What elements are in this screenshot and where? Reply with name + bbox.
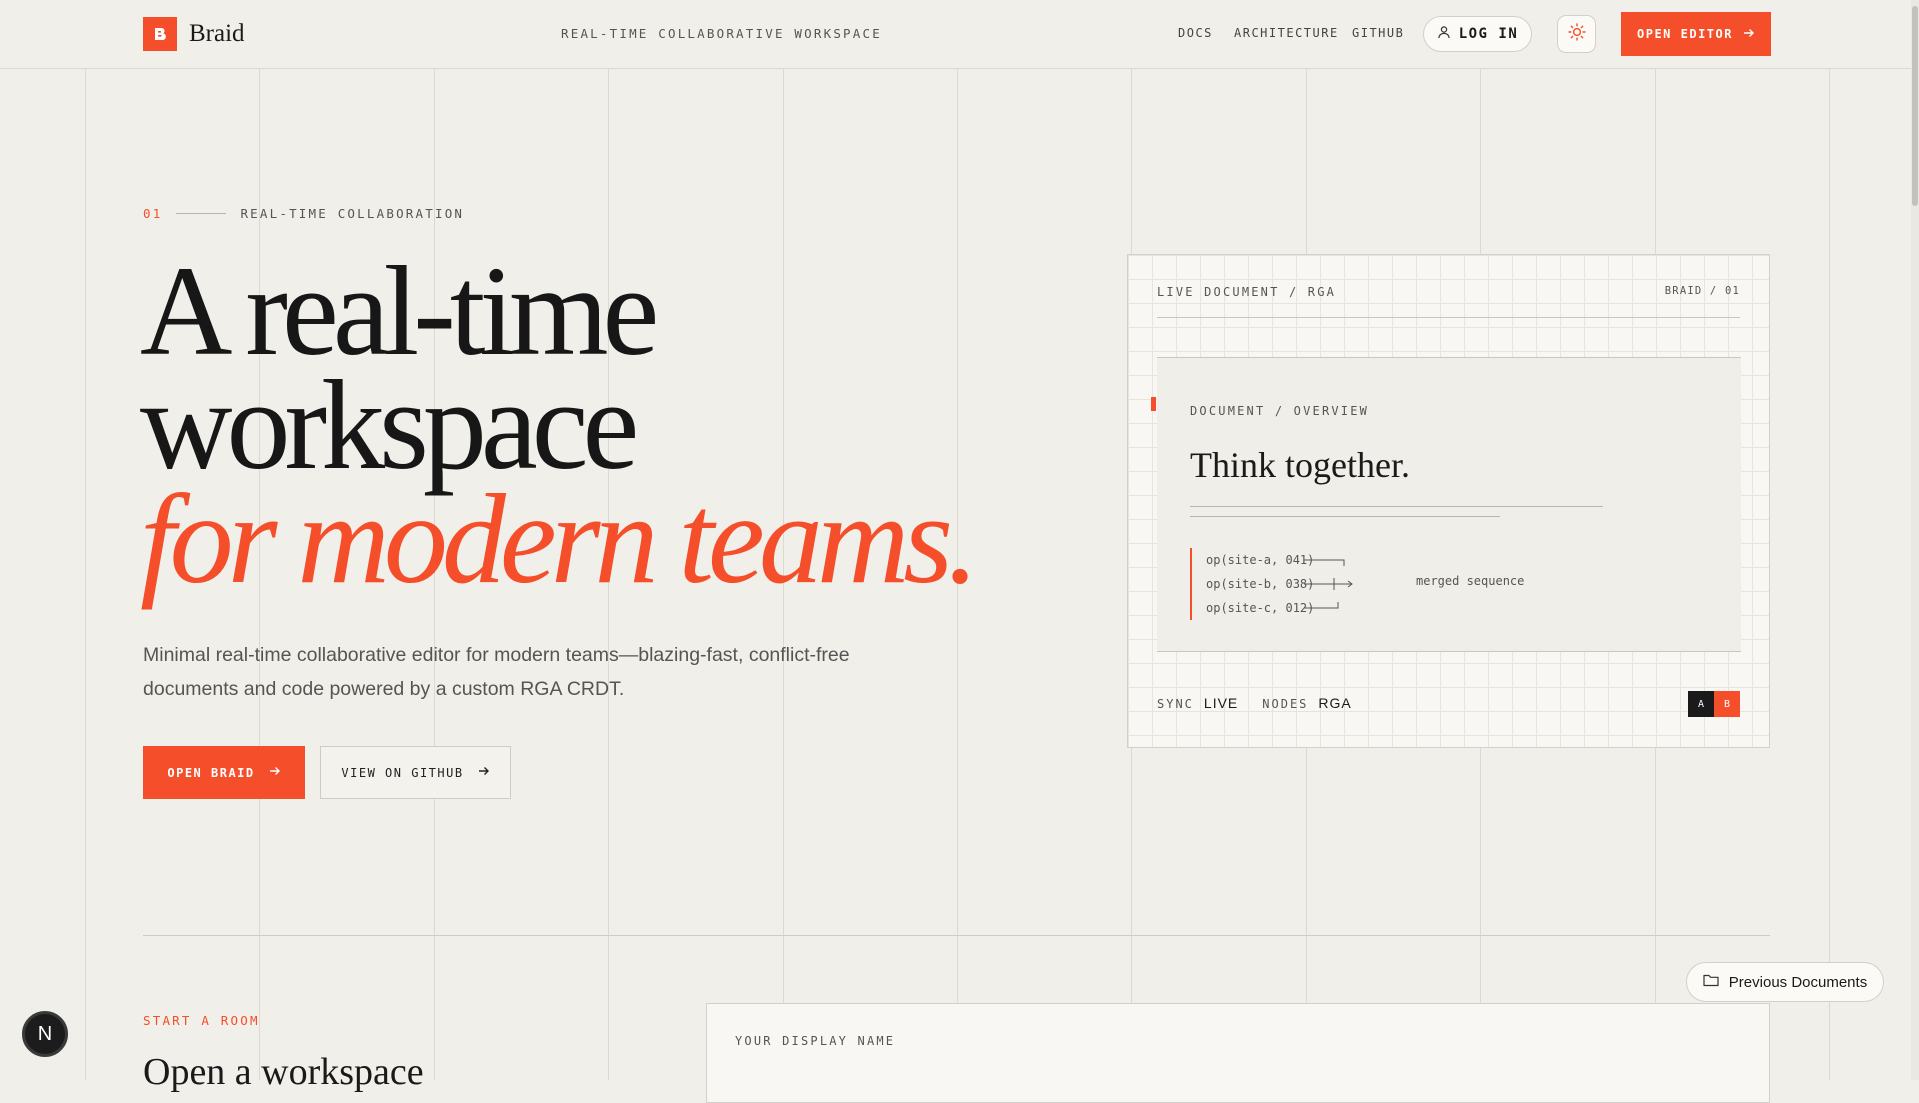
scrollbar-thumb[interactable] [1912, 6, 1918, 206]
preview-label: LIVE DOCUMENT / RGA [1157, 285, 1337, 299]
login-button[interactable]: LOG IN [1423, 16, 1532, 52]
op-line: op(site-c, 012) [1206, 601, 1315, 615]
open-editor-button[interactable]: OPEN EDITOR [1621, 12, 1771, 56]
previous-documents-label: Previous Documents [1728, 973, 1868, 991]
divider [1190, 506, 1603, 507]
grid-line [1829, 68, 1830, 1080]
display-name-input[interactable] [735, 1066, 1435, 1096]
op-line: op(site-a, 041) [1206, 553, 1315, 567]
brand-name: Braid [189, 20, 245, 47]
hero-title-line2: workspace [140, 354, 639, 496]
sync-value: LIVE [1203, 695, 1239, 711]
braid-logo-icon [143, 17, 177, 51]
open-braid-button[interactable]: OPEN BRAID [143, 746, 305, 799]
dev-badge-letter: N [37, 1022, 53, 1045]
hero-title: A real-time workspace for modern teams. [140, 240, 979, 610]
eyebrow-rule [176, 213, 227, 214]
top-header: Braid REAL-TIME COLLABORATIVE WORKSPACE … [0, 0, 1919, 69]
join-form: YOUR DISPLAY NAME [706, 1003, 1770, 1103]
open-braid-label: OPEN BRAID [167, 765, 255, 780]
nodes-key: NODES [1262, 697, 1309, 711]
folder-icon [1703, 973, 1719, 991]
hero-title-line1: A real-time [140, 240, 659, 382]
nav-docs[interactable]: DOCS [1178, 26, 1213, 40]
view-on-github-label: VIEW ON GITHUB [341, 765, 464, 780]
theme-toggle-button[interactable] [1557, 15, 1596, 53]
sun-icon [1567, 22, 1586, 46]
eyebrow-text: REAL-TIME COLLABORATION [240, 206, 465, 221]
document-panel: DOCUMENT / OVERVIEW Think together. op(s… [1157, 357, 1741, 652]
nav-github[interactable]: GITHUB [1352, 26, 1404, 40]
user-icon [1437, 25, 1451, 43]
operations-list: op(site-a, 041) op(site-b, 038) op(site-… [1190, 548, 1524, 620]
collaborator-badge-a: A [1688, 691, 1714, 717]
divider [1190, 516, 1500, 517]
section-divider [143, 935, 1770, 936]
nodes-value: RGA [1318, 695, 1352, 711]
document-label: DOCUMENT / OVERVIEW [1190, 404, 1370, 418]
collaborator-badge-b: B [1714, 691, 1740, 717]
dev-tools-badge[interactable]: N [22, 1011, 68, 1057]
section-index: 01 [143, 206, 163, 221]
arrow-right-icon [1743, 27, 1755, 42]
sync-status-row: SYNC LIVE NODES RGA [1157, 695, 1366, 711]
op-line: op(site-b, 038) [1206, 577, 1315, 591]
grid-line [85, 68, 86, 1080]
preview-id: BRAID / 01 [1664, 285, 1740, 297]
view-on-github-button[interactable]: VIEW ON GITHUB [320, 746, 511, 799]
live-document-preview: LIVE DOCUMENT / RGA BRAID / 01 DOCUMENT … [1127, 254, 1770, 748]
start-room-label: START A ROOM [143, 1013, 260, 1028]
header-tagline: REAL-TIME COLLABORATIVE WORKSPACE [561, 26, 882, 41]
open-editor-label: OPEN EDITOR [1637, 27, 1733, 41]
hero-lead: Minimal real-time collaborative editor f… [143, 644, 850, 700]
nav-architecture[interactable]: ARCHITECTURE [1234, 26, 1339, 40]
brand-logo-link[interactable]: Braid [143, 17, 245, 51]
section-title: Open a workspace [143, 1051, 424, 1093]
display-name-label: YOUR DISPLAY NAME [735, 1034, 896, 1048]
page-scrollbar[interactable] [1911, 0, 1919, 1080]
sync-key: SYNC [1157, 697, 1194, 711]
login-label: LOG IN [1458, 26, 1519, 42]
previous-documents-button[interactable]: Previous Documents [1686, 962, 1884, 1002]
document-title: Think together. [1190, 445, 1410, 485]
divider [1157, 317, 1740, 318]
collaborator-badges: A B [1688, 691, 1740, 717]
merge-connector-icon [1304, 559, 1353, 609]
cursor-marker [1151, 397, 1156, 411]
arrow-right-icon [478, 765, 490, 780]
hero-eyebrow: 01 REAL-TIME COLLABORATION [143, 206, 464, 221]
arrow-right-icon [269, 765, 281, 780]
hero-title-accent: for modern teams. [140, 468, 979, 610]
merged-sequence-label: merged sequence [1416, 574, 1525, 588]
